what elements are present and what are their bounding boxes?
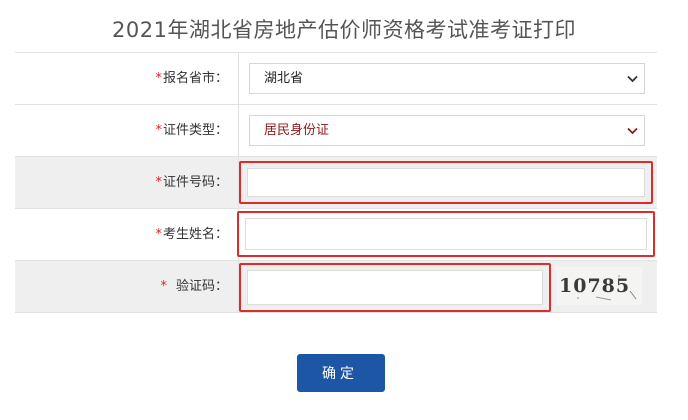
province-select[interactable]: 湖北省 xyxy=(249,63,645,94)
captcha-text: 10785 xyxy=(559,275,630,297)
captcha-input[interactable] xyxy=(247,270,543,305)
page-title: 2021年湖北省房地产估价师资格考试准考证打印 xyxy=(112,18,576,42)
captcha-highlight xyxy=(239,263,551,312)
required-mark: * xyxy=(155,175,162,190)
id-type-selected-value: 居民身份证 xyxy=(264,123,330,138)
id-type-field: 居民身份证 xyxy=(239,105,657,156)
chevron-down-icon xyxy=(626,116,638,145)
row-id-type: *证件类型： 居民身份证 xyxy=(15,105,657,157)
province-selected-value: 湖北省 xyxy=(264,71,304,86)
required-mark: * xyxy=(155,227,162,242)
id-number-input[interactable] xyxy=(247,168,645,197)
province-field: 湖北省 xyxy=(239,53,657,104)
row-province: *报名省市： 湖北省 xyxy=(15,53,657,105)
id-type-select[interactable]: 居民身份证 xyxy=(249,115,645,146)
name-label: *考生姓名： xyxy=(15,209,239,260)
id-number-field xyxy=(239,157,657,208)
required-mark: * xyxy=(160,279,167,294)
id-number-label: *证件号码： xyxy=(15,157,239,208)
captcha-field: 10785 xyxy=(239,261,657,312)
admission-ticket-form: *报名省市： 湖北省 *证件类型： 居民身份证 *证件号码： *考生姓名： * … xyxy=(15,52,657,313)
id-number-highlight xyxy=(239,161,653,204)
province-label: *报名省市： xyxy=(15,53,239,104)
captcha-label: * 验证码： xyxy=(15,261,239,312)
name-input[interactable] xyxy=(245,218,647,250)
submit-button[interactable]: 确定 xyxy=(297,354,385,392)
captcha-image[interactable]: 10785 xyxy=(556,267,642,305)
required-mark: * xyxy=(155,71,162,86)
name-field xyxy=(237,209,657,260)
name-highlight xyxy=(237,211,655,257)
required-mark: * xyxy=(155,123,162,138)
chevron-down-icon xyxy=(626,64,638,93)
row-captcha: * 验证码： 10785 xyxy=(15,261,657,313)
row-name: *考生姓名： xyxy=(15,209,657,261)
row-id-number: *证件号码： xyxy=(15,157,657,209)
id-type-label: *证件类型： xyxy=(15,105,239,156)
